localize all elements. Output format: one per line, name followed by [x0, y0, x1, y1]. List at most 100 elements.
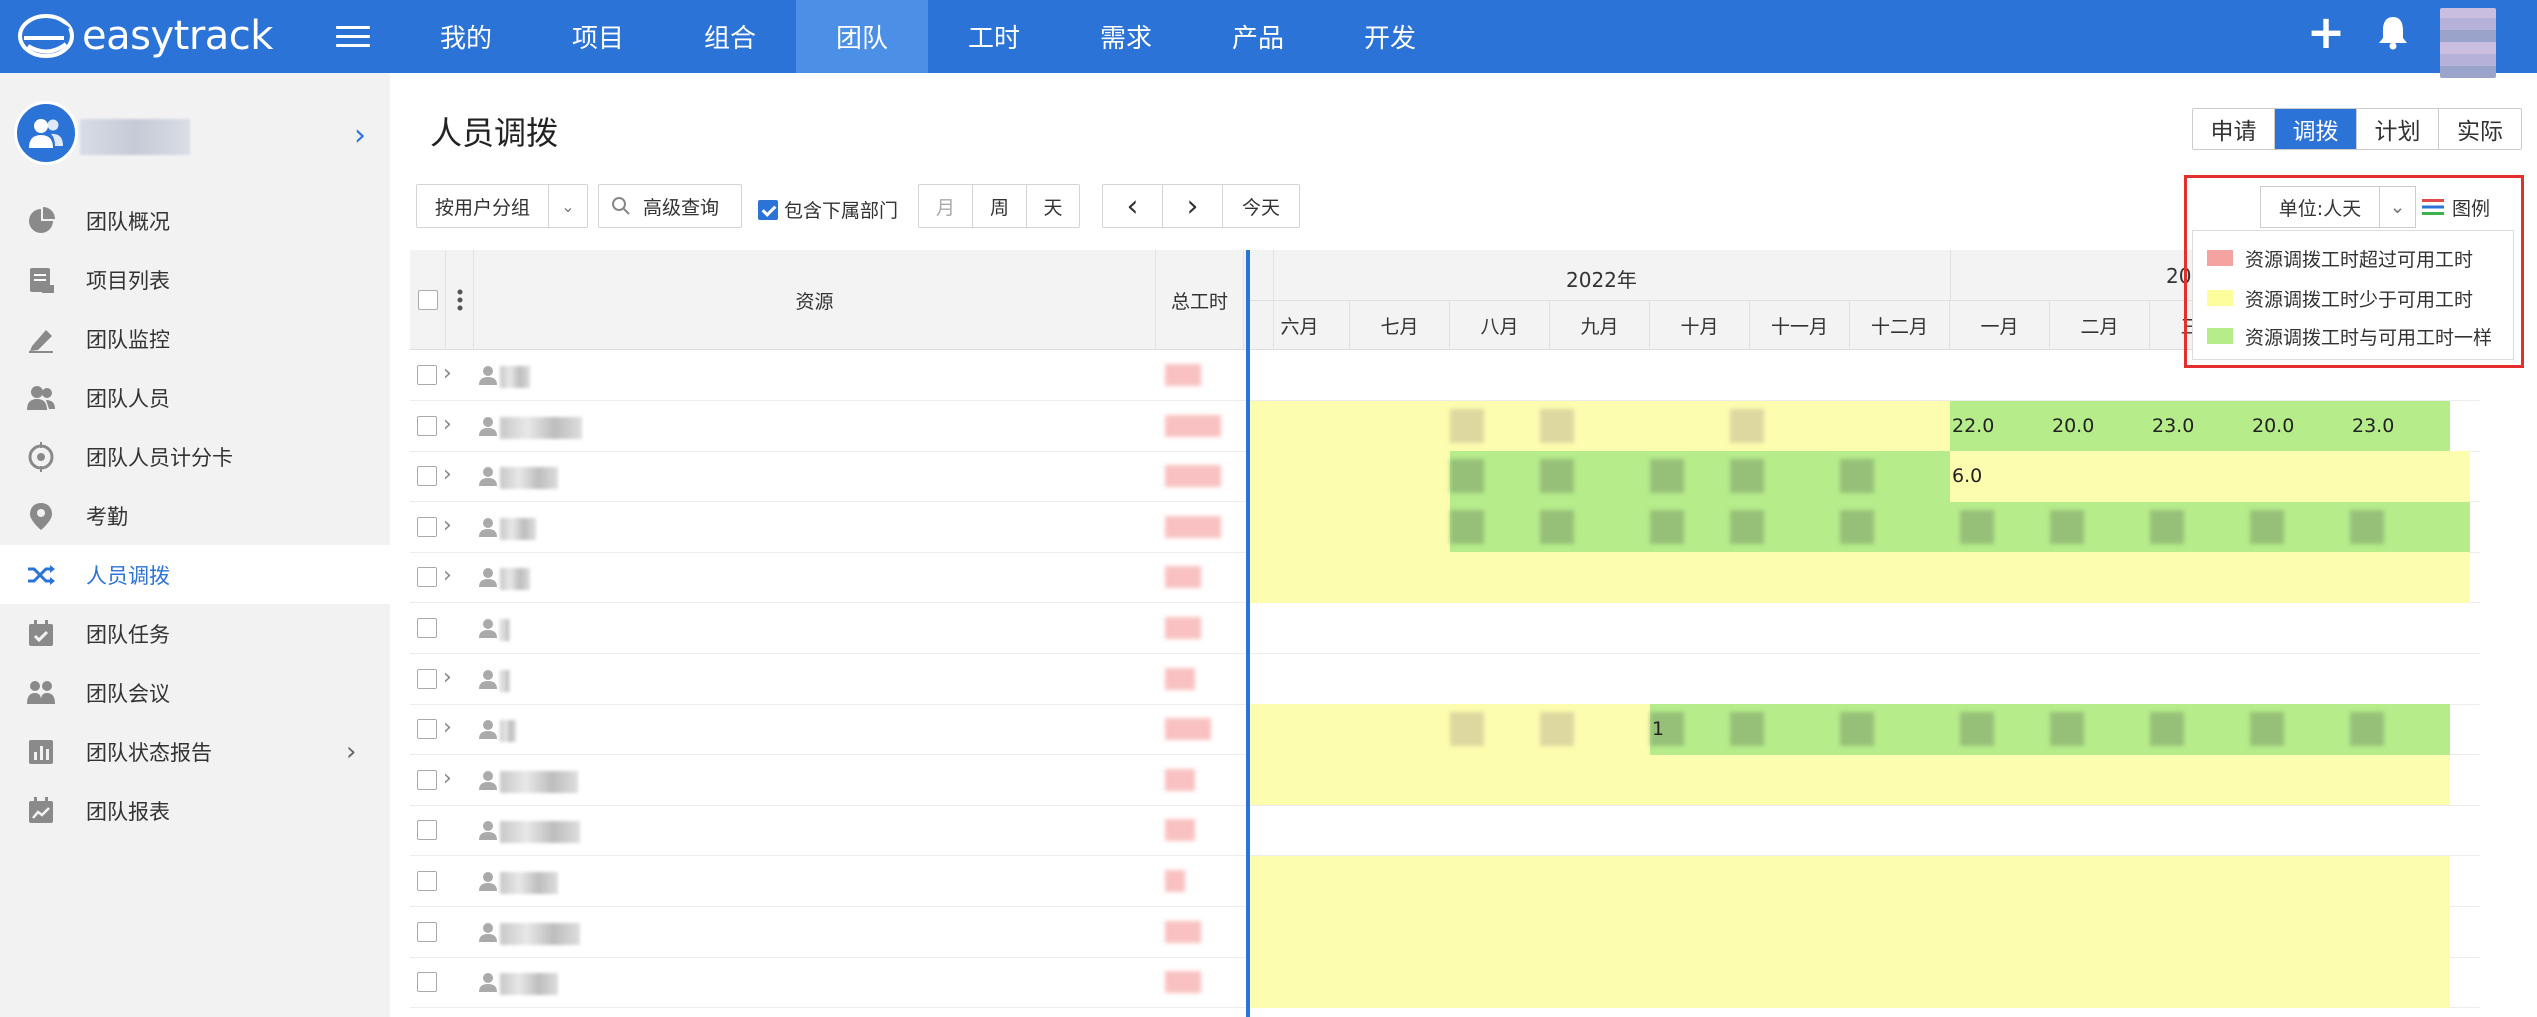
expand-icon[interactable]: ›	[443, 563, 452, 588]
sidebar-item-team-status-report[interactable]: 团队状态报告 ›	[0, 722, 390, 781]
expand-icon[interactable]: ›	[443, 766, 452, 791]
resource-name-redacted	[500, 619, 510, 641]
sidebar-item-team-members[interactable]: 团队人员	[0, 368, 390, 427]
column-menu-icon[interactable]	[446, 250, 474, 350]
advanced-search-label: 高级查询	[643, 196, 720, 219]
resource-name-redacted	[500, 366, 530, 388]
tab-actual[interactable]: 实际	[2439, 109, 2521, 149]
sidebar-item-label: 团队状态报告	[86, 740, 212, 765]
expand-icon[interactable]: ›	[443, 361, 452, 386]
expand-icon[interactable]: ›	[443, 665, 452, 690]
unit-select[interactable]: 单位:人天 ⌄	[2260, 186, 2416, 228]
redacted-value	[1540, 408, 1574, 443]
today-marker	[1246, 250, 1250, 1017]
sidebar-item-project-list[interactable]: 项目列表	[0, 250, 390, 309]
allocation-bar-under[interactable]	[1250, 856, 2450, 1008]
row-checkbox[interactable]	[417, 618, 437, 638]
col-resource[interactable]: 资源	[474, 250, 1156, 350]
next-icon[interactable]: ›	[1163, 185, 1223, 227]
legend-item-under: 资源调拨工时少于可用工时	[2207, 285, 2473, 311]
add-icon[interactable]: +	[2306, 9, 2346, 55]
year-label: 2022年	[1566, 268, 1637, 292]
sidebar-item-label: 团队概况	[86, 209, 170, 234]
chevron-right-icon[interactable]: ›	[346, 737, 356, 767]
granularity-week[interactable]: 周	[973, 185, 1027, 227]
resource-name-redacted	[500, 416, 582, 439]
nav-item-mine[interactable]: 我的	[400, 0, 532, 73]
expand-icon[interactable]: ›	[443, 462, 452, 487]
sidebar-item-team-report[interactable]: 团队报表	[0, 781, 390, 840]
row-checkbox[interactable]	[417, 466, 437, 487]
row-checkbox[interactable]	[417, 719, 437, 740]
include-sub-dept-checkbox[interactable]	[758, 199, 778, 220]
row-checkbox[interactable]	[417, 415, 437, 436]
expand-icon[interactable]: ›	[443, 513, 452, 538]
allocation-value: 23.0	[2152, 414, 2195, 437]
sidebar-item-team-overview[interactable]: 团队概况	[0, 191, 390, 250]
nav-item-requirements[interactable]: 需求	[1060, 0, 1192, 73]
sidebar-item-team-monitor[interactable]: 团队监控	[0, 309, 390, 368]
row-checkbox[interactable]	[417, 921, 437, 942]
table-row[interactable]	[410, 805, 2480, 857]
legend-icon	[2422, 199, 2444, 215]
allocation-value: 20.0	[2252, 414, 2295, 437]
include-sub-dept[interactable]: 包含下属部门	[758, 196, 898, 223]
row-checkbox[interactable]	[417, 972, 437, 993]
nav-item-projects[interactable]: 项目	[532, 0, 664, 73]
redacted-value	[1450, 509, 1484, 544]
advanced-search-button[interactable]: 高级查询	[598, 184, 742, 228]
today-button[interactable]: 今天	[1223, 185, 1299, 227]
nav-item-worktime[interactable]: 工时	[928, 0, 1060, 73]
group-by-select[interactable]: 按用户分组 ⌄	[416, 184, 588, 228]
row-checkbox[interactable]	[417, 820, 437, 841]
legend-button-label: 图例	[2452, 197, 2491, 220]
nav-item-product[interactable]: 产品	[1192, 0, 1324, 73]
sidebar-item-attendance[interactable]: 考勤	[0, 486, 390, 545]
granularity-month[interactable]: 月	[919, 185, 973, 227]
table-row[interactable]: ›	[410, 654, 2480, 705]
expand-icon[interactable]: ›	[443, 412, 452, 437]
tab-allocate[interactable]: 调拨	[2275, 109, 2357, 149]
sidebar-item-team-meeting[interactable]: 团队会议	[0, 663, 390, 722]
nav-item-development[interactable]: 开发	[1324, 0, 1456, 73]
allocation-bar-under[interactable]	[1250, 754, 2450, 806]
month-header: 九月	[1550, 300, 1650, 350]
bell-icon[interactable]	[2376, 14, 2410, 50]
legend-swatch	[2207, 290, 2233, 306]
nav-item-portfolio[interactable]: 组合	[664, 0, 796, 73]
chevron-down-icon: ⌄	[561, 196, 575, 216]
sidebar-item-team-tasks[interactable]: 团队任务	[0, 604, 390, 663]
select-all-checkbox[interactable]	[417, 290, 438, 310]
logo[interactable]: easytrack	[18, 6, 273, 66]
allocation-bar-equal[interactable]	[1450, 451, 1950, 502]
sidebar-item-staff-allocation[interactable]: 人员调拨	[0, 545, 390, 604]
menu-icon[interactable]	[336, 23, 370, 50]
tab-plan[interactable]: 计划	[2357, 109, 2439, 149]
allocation-bar-under[interactable]	[1250, 400, 1950, 452]
table-row[interactable]: ›	[410, 350, 2480, 401]
row-checkbox[interactable]	[417, 516, 437, 537]
total-hours-redacted	[1165, 819, 1195, 842]
row-checkbox[interactable]	[417, 769, 437, 790]
allocation-value: 1	[1652, 718, 1665, 741]
chevron-right-icon[interactable]: ›	[354, 121, 366, 151]
legend-button[interactable]: 图例	[2422, 186, 2490, 228]
table-row[interactable]	[410, 603, 2480, 654]
allocation-bar-under[interactable]	[1250, 552, 2470, 603]
granularity-day[interactable]: 天	[1027, 185, 1079, 227]
prev-icon[interactable]: ‹	[1103, 185, 1163, 227]
total-hours-redacted	[1165, 870, 1185, 892]
nav-item-team[interactable]: 团队	[796, 0, 928, 73]
row-checkbox[interactable]	[417, 365, 437, 385]
row-checkbox[interactable]	[417, 668, 437, 689]
sidebar-item-label: 考勤	[86, 504, 128, 529]
row-checkbox[interactable]	[417, 871, 437, 891]
row-checkbox[interactable]	[417, 567, 437, 588]
tab-apply[interactable]: 申请	[2193, 109, 2275, 149]
team-selector[interactable]: ›	[14, 101, 374, 171]
col-total-hours[interactable]: 总工时	[1156, 250, 1244, 350]
redacted-value	[1960, 509, 1994, 544]
expand-icon[interactable]: ›	[443, 715, 452, 740]
user-avatar[interactable]	[2440, 8, 2496, 78]
sidebar-item-scorecard[interactable]: 团队人员计分卡	[0, 427, 390, 486]
